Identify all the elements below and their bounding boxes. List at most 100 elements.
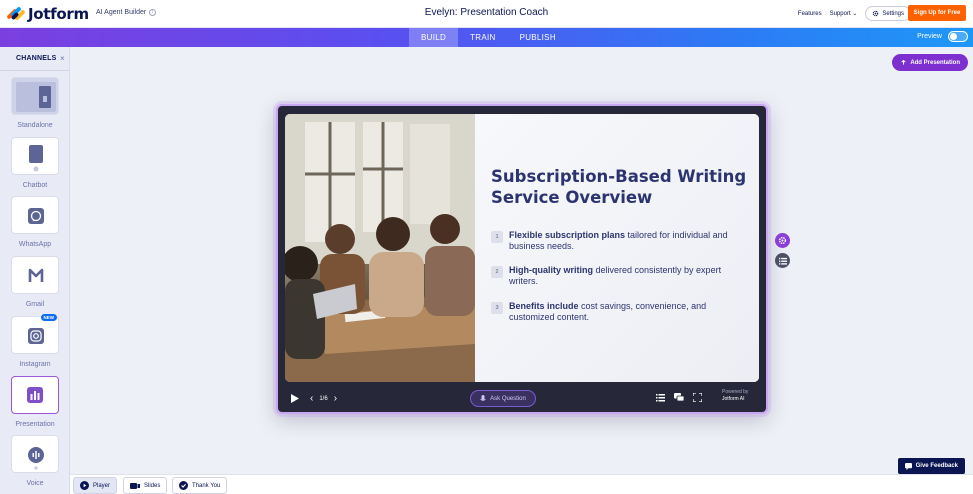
play-circle-icon [80,481,89,490]
builder-canvas: Add Presentation Subscription-Based Writ… [70,47,973,474]
chevron-right-icon[interactable]: › [334,393,337,404]
slide-photo [285,114,475,382]
tab-player-label: Player [93,482,111,489]
meeting-photo [285,114,475,382]
close-icon[interactable]: × [60,54,65,63]
channel-presentation[interactable]: Presentation [0,376,69,436]
sidebar-title: CHANNELS [16,55,57,62]
list-icon[interactable] [656,393,665,402]
tab-thank-you-label: Thank You [192,482,221,489]
page-indicator: 1/6 [319,395,328,402]
presentation-player: Subscription-Based Writing Service Overv… [276,104,768,414]
channel-standalone[interactable]: Standalone [0,77,69,137]
channel-label: Presentation [15,421,55,428]
preview-control: Preview [917,31,968,42]
brand-name: Jotform [28,5,89,23]
channel-card[interactable] [11,376,59,414]
slides-icon [130,482,140,489]
tab-slides[interactable]: Slides [123,477,168,494]
player-settings-button[interactable] [775,233,790,248]
slide-pager: ‹ 1/6 › [310,393,337,404]
bullet-bold: High-quality writing [509,265,593,275]
preview-toggle[interactable] [948,31,968,42]
gear-icon [873,10,879,17]
sidebar-header: CHANNELS × [0,47,69,71]
chatbot-icon [29,145,43,172]
header-nav: Features Support ⌄ Settings [798,6,911,21]
channel-card[interactable] [11,256,59,294]
add-presentation-button[interactable]: Add Presentation [892,54,968,71]
ask-question-button[interactable]: Ask Question [470,390,536,407]
channel-label: Chatbot [22,182,48,189]
slide-heading: Subscription-Based Writing Service Overv… [491,167,747,207]
list-icon [778,257,787,265]
settings-button[interactable]: Settings [865,6,911,21]
microphone-icon [480,394,486,401]
chat-icon[interactable] [674,393,684,402]
add-presentation-label: Add Presentation [910,59,960,66]
tab-build[interactable]: BUILD [409,28,459,47]
presentation-icon [27,387,43,403]
support-label: Support [829,11,851,17]
fullscreen-icon[interactable] [693,393,702,402]
bullet-text: High-quality writing delivered consisten… [509,265,749,287]
builder-label-text: AI Agent Builder [96,9,147,16]
bullet-text: Benefits include cost savings, convenien… [509,301,749,323]
channel-label: WhatsApp [18,241,52,248]
channel-voice[interactable]: Voice [0,435,69,494]
builder-tabs: BUILD TRAIN PUBLISH [409,28,568,47]
info-icon[interactable]: i [149,9,157,16]
slide-list-button[interactable] [775,253,790,268]
settings-label: Settings [882,10,904,17]
feedback-icon [904,462,912,470]
bottom-bar: Player Slides Thank You Give Feedback [70,458,973,494]
channel-instagram[interactable]: NEW Instagram [0,314,69,376]
jotform-logo[interactable]: Jotform [6,5,89,23]
channel-chatbot[interactable]: Chatbot [0,137,69,197]
channel-card[interactable] [11,77,59,115]
channel-label: Instagram [19,361,51,368]
upload-icon [901,59,906,65]
channels-sidebar: CHANNELS × Standalone Chatbot WhatsApp G… [0,47,70,494]
ask-question-label: Ask Question [490,395,526,402]
play-icon[interactable] [290,393,300,404]
channel-whatsapp[interactable]: WhatsApp [0,196,69,256]
bullet-text: Flexible subscription plans tailored for… [509,230,749,252]
channel-card[interactable]: NEW [11,314,59,354]
channel-card[interactable] [11,435,59,473]
jotform-logo-icon [6,6,26,22]
builder-tab-bar: BUILD TRAIN PUBLISH Preview [0,28,973,47]
tab-player[interactable]: Player [73,477,118,494]
tab-train[interactable]: TRAIN [458,28,508,47]
preview-label: Preview [917,33,942,40]
tab-publish[interactable]: PUBLISH [508,28,568,47]
features-link[interactable]: Features [798,8,822,20]
channel-card[interactable] [11,137,59,175]
chevron-left-icon[interactable]: ‹ [310,393,313,404]
bullet-number: 2 [491,266,503,278]
powered-by: Powered by Jotform AI [722,389,748,403]
builder-label: AI Agent Builder i [96,9,157,16]
give-feedback-label: Give Feedback [915,463,958,469]
signup-button[interactable]: Sign Up for Free [908,5,966,21]
player-controls: ‹ 1/6 › Ask Question Powered by Jotform … [278,386,766,412]
powered-by-label: Powered by [722,389,749,395]
channel-label: Gmail [25,301,45,308]
channel-label: Voice [26,480,44,487]
player-side-tools [775,233,790,268]
tab-thank-you[interactable]: Thank You [172,477,228,494]
new-badge: NEW [40,314,57,321]
bullet-number: 3 [491,302,503,314]
support-menu[interactable]: Support ⌄ [830,7,858,20]
voice-icon [28,447,44,470]
tab-slides-label: Slides [144,482,161,489]
channel-label: Standalone [17,122,53,129]
channel-gmail[interactable]: Gmail [0,256,69,316]
bullet-bold: Flexible subscription plans [509,230,626,240]
bullet-bold: Benefits include [509,301,579,311]
check-circle-icon [179,481,188,490]
channel-card[interactable] [11,196,59,234]
give-feedback-button[interactable]: Give Feedback [897,458,965,474]
whatsapp-icon [28,208,44,224]
instagram-icon [28,328,44,344]
